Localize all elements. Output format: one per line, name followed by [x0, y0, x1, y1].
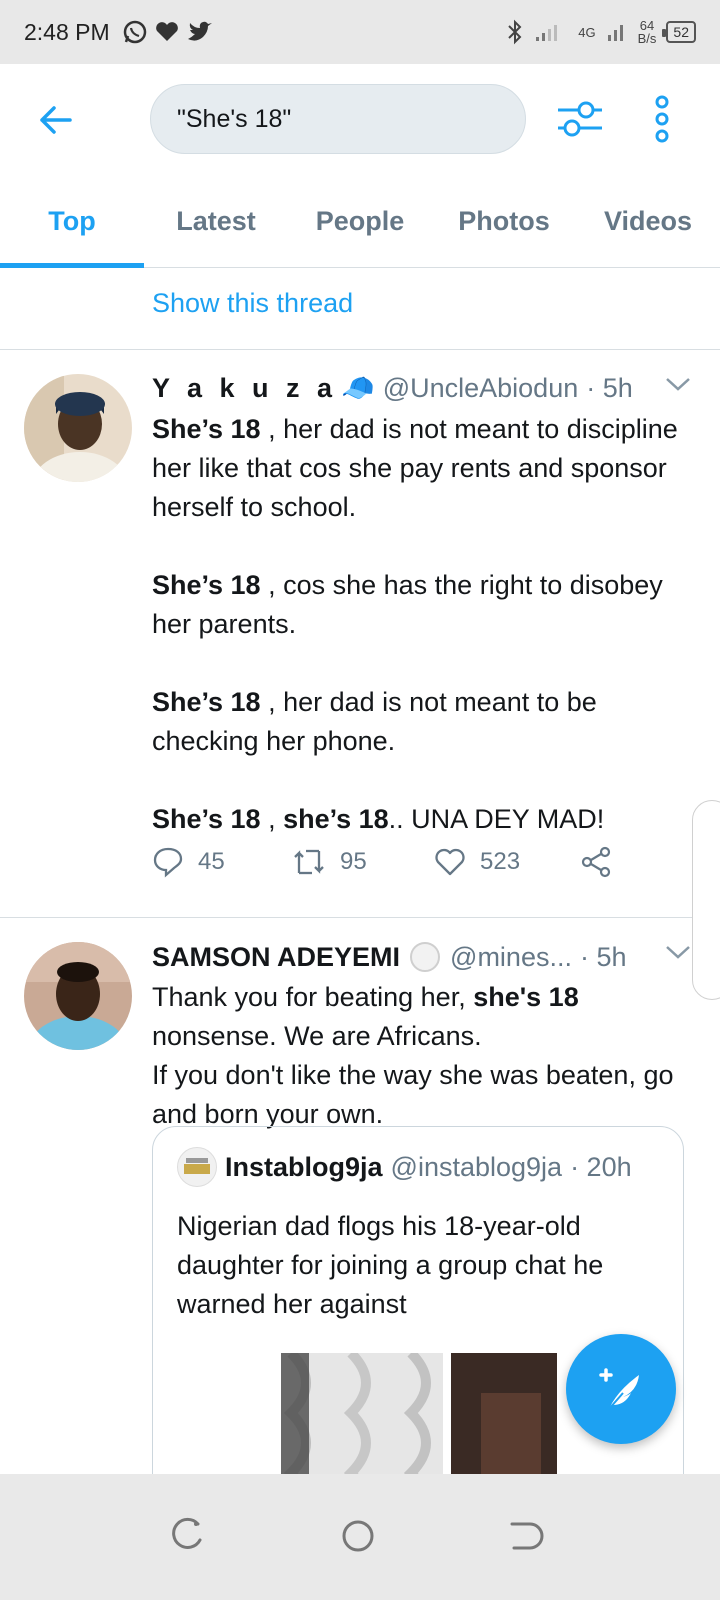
- tweet-header: SAMSON ADEYEMI @mines... · 5h: [152, 940, 684, 974]
- back-arrow-icon[interactable]: [36, 100, 76, 140]
- more-options-icon[interactable]: [650, 94, 674, 144]
- like-count: 523: [480, 848, 521, 875]
- chevron-down-icon[interactable]: [664, 374, 692, 394]
- reply-count: 45: [198, 848, 225, 875]
- avatar[interactable]: [24, 374, 132, 482]
- search-header: "She's 18": [0, 64, 720, 176]
- quoted-user-handle: @instablog9ja: [390, 1151, 563, 1182]
- tweet-text: She’s 18 , her dad is not meant to disci…: [152, 410, 692, 839]
- whatsapp-icon: [123, 20, 146, 44]
- tweet-time: · 5h: [586, 372, 633, 403]
- tab-top[interactable]: Top: [0, 176, 144, 268]
- tweet-actions: 45 95 523: [152, 842, 622, 882]
- circle-badge-icon: [410, 942, 441, 972]
- tab-latest[interactable]: Latest: [144, 176, 288, 267]
- tweet-text: Thank you for beating her, she's 18 nons…: [152, 978, 692, 1134]
- tweet-header: Y a k u z a 🧢 @UncleAbiodun · 5h: [152, 372, 684, 404]
- side-panel-handle[interactable]: [692, 800, 720, 1000]
- notification-icons: [122, 19, 214, 45]
- user-handle[interactable]: @mines...: [450, 942, 572, 973]
- reply-icon: [153, 847, 183, 878]
- tweet-paragraph: She’s 18 , her dad is not meant to be ch…: [152, 687, 597, 756]
- tab-people[interactable]: People: [288, 176, 432, 267]
- share-button[interactable]: [580, 846, 612, 878]
- reply-button[interactable]: 45: [152, 846, 225, 878]
- show-thread-link[interactable]: Show this thread: [152, 288, 353, 318]
- tab-photos[interactable]: Photos: [432, 176, 576, 267]
- share-icon: [581, 846, 611, 878]
- signal-icon-2: [607, 25, 623, 41]
- quoted-tweet-time: · 20h: [570, 1151, 632, 1182]
- quoted-tweet-header: Instablog9ja @instablog9ja · 20h: [177, 1147, 632, 1187]
- instablog-logo: [177, 1147, 217, 1187]
- search-tabs: Top Latest People Photos Videos: [0, 176, 720, 268]
- heart-outline-icon: [435, 848, 465, 876]
- tweet-card[interactable]: Y a k u z a 🧢 @UncleAbiodun · 5h She’s 1…: [0, 350, 720, 918]
- user-handle[interactable]: @UncleAbiodun: [383, 373, 579, 404]
- status-indicators: 4G 64 B/s 52: [506, 19, 696, 45]
- network-type: 4G: [578, 24, 596, 40]
- tweet-paragraph: Thank you for beating her, she's 18 nons…: [152, 982, 579, 1051]
- retweet-count: 95: [340, 848, 367, 875]
- bluetooth-icon: [508, 19, 522, 45]
- avatar[interactable]: [24, 942, 132, 1050]
- twitter-bird-icon: [187, 21, 212, 41]
- tweet-time: · 5h: [579, 941, 627, 972]
- user-name[interactable]: Y a k u z a: [152, 373, 337, 404]
- tweet-paragraph: If you don't like the way she was beaten…: [152, 1060, 674, 1129]
- like-button[interactable]: 523: [434, 847, 520, 877]
- quoted-user-name: Instablog9ja: [225, 1151, 383, 1182]
- tab-videos[interactable]: Videos: [576, 176, 720, 267]
- quoted-tweet-text: Nigerian dad flogs his 18-year-old daugh…: [177, 1211, 604, 1319]
- compose-tweet-button[interactable]: [566, 1334, 676, 1444]
- user-name[interactable]: SAMSON ADEYEMI: [152, 942, 400, 973]
- search-input[interactable]: "She's 18": [150, 84, 526, 154]
- chevron-down-icon[interactable]: [664, 942, 692, 962]
- compose-feather-icon: [599, 1368, 639, 1410]
- status-bar: 2:48 PM 4G 64 B/s 52: [0, 0, 720, 64]
- retweet-icon: [294, 849, 324, 875]
- heart-icon: [155, 22, 178, 41]
- tweet-paragraph: She’s 18 , cos she has the right to diso…: [152, 570, 663, 639]
- status-time: 2:48 PM: [24, 18, 110, 45]
- signal-icon: [536, 25, 558, 41]
- recent-apps-icon[interactable]: [164, 1514, 208, 1558]
- tweet-paragraph: She’s 18 , her dad is not meant to disci…: [152, 414, 678, 522]
- name-emoji: 🧢: [341, 373, 375, 403]
- back-icon[interactable]: [504, 1514, 548, 1558]
- system-nav-bar: [0, 1474, 720, 1600]
- search-filter-icon[interactable]: [556, 98, 604, 140]
- tweet-paragraph: She’s 18 , she’s 18.. UNA DEY MAD!: [152, 804, 605, 834]
- retweet-button[interactable]: 95: [292, 847, 367, 877]
- home-icon[interactable]: [336, 1514, 380, 1558]
- network-speed: 64 B/s: [637, 18, 657, 46]
- show-thread-link-row: Show this thread: [0, 268, 720, 350]
- battery-indicator: 52: [662, 21, 696, 43]
